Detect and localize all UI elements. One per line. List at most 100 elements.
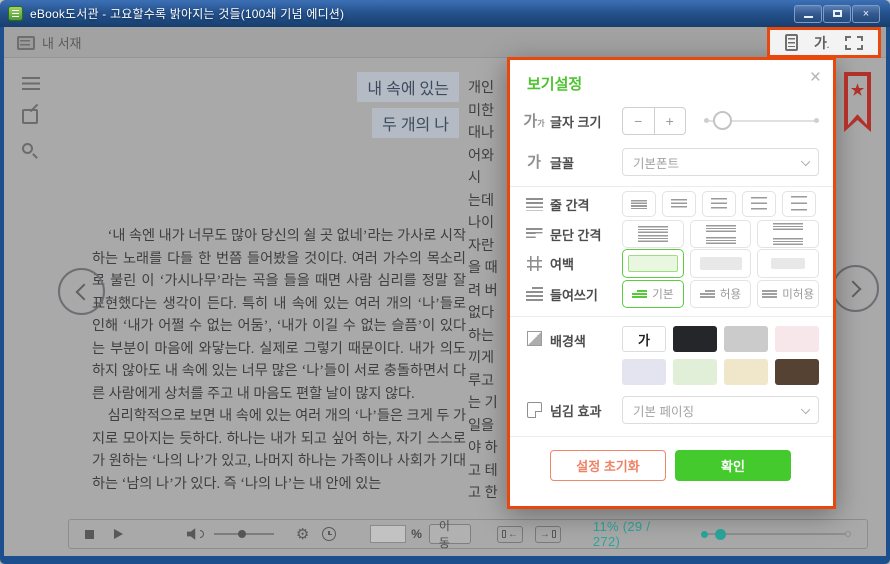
timer-icon[interactable] [322,527,336,541]
indent-option-allow[interactable]: 허용 [690,280,752,308]
background-color-swatch[interactable] [724,359,768,385]
view-settings-icon[interactable]: 가. [814,36,829,50]
progress-marker-dot [701,531,708,538]
paragraph: 심리학적으로 보면 내 속에 있는 여러 개의 ‘나’들은 크게 두 가지로 모… [92,405,466,495]
indent-option-default-selected[interactable]: 기본 [622,280,684,308]
clipped-text-line: 없다 [468,302,510,325]
background-color-swatch[interactable] [775,359,819,385]
chevron-down-icon [801,405,810,414]
bookmark-ribbon-icon[interactable]: ★ [844,72,871,132]
tts-stop-button[interactable] [85,530,94,539]
close-icon: × [863,8,869,20]
paragraph-spacing-option-1[interactable] [622,220,684,248]
chevron-left-icon [76,284,93,301]
page-effect-icon [522,402,546,418]
font-size-slider-knob[interactable] [713,111,732,130]
paragraph-spacing-label: 문단 간격 [550,225,622,244]
view-toolbar-highlight: 가. [767,27,881,58]
clipped-text-line: 일을 [468,415,510,438]
clipped-text-line: 루고 [468,370,510,393]
font-size-slider[interactable] [704,120,819,122]
search-icon[interactable] [22,143,33,154]
panel-close-icon[interactable]: × [810,68,821,87]
chapter-title: 내 속에 있는 두 개의 나 [154,72,459,144]
line-spacing-option-4[interactable] [742,191,776,217]
chevron-right-icon [845,281,862,298]
volume-slider[interactable] [214,533,274,535]
page-effect-dropdown[interactable]: 기본 페이징 [622,396,819,424]
indent-icon [522,285,546,303]
background-color-swatch[interactable] [622,359,666,385]
page-bar-icon [552,530,556,538]
clipped-text-line: 고 테 [468,460,510,483]
font-face-label: 글꼴 [550,153,622,172]
line-spacing-glyph [671,199,687,210]
progress-slider[interactable] [701,533,851,535]
maximize-button[interactable] [823,5,851,23]
tts-play-button[interactable] [114,529,123,539]
progress-slider-knob[interactable] [715,529,726,540]
go-last-page-button[interactable]: → [535,526,561,543]
indent-glyph [632,288,647,299]
indent-option-label: 기본 [652,286,673,302]
font-size-label: 글자 크기 [550,112,622,131]
note-icon[interactable] [22,109,38,124]
go-first-page-button[interactable]: ← [497,526,523,543]
my-library-label: 내 서재 [42,33,82,52]
next-page-clipped-text: 개인미한대나어와시는데나이자란을 때려 버없다하는끼게루고는 기일을야 하고 테… [468,77,510,505]
fullscreen-icon[interactable] [845,36,863,50]
goto-button[interactable]: 이동 [429,524,471,544]
gear-icon[interactable]: ⚙ [296,527,309,542]
minimize-button[interactable] [794,5,822,23]
clipped-text-line: 미한 [468,100,510,123]
font-size-plus-button[interactable]: + [655,108,686,134]
line-spacing-option-1[interactable] [622,191,656,217]
margin-glyph [700,257,742,270]
paragraph: ‘내 속엔 내가 너무도 많아 당신의 쉴 곳 없네’라는 가사로 시작하는 노… [92,225,466,405]
prev-page-button[interactable] [58,268,105,315]
clipped-text-line: 어와 [468,145,510,168]
line-spacing-option-5[interactable] [782,191,816,217]
clipped-text-line: 야 하 [468,437,510,460]
indent-option-label: 허용 [720,286,741,302]
clipped-text-line: 자란 [468,235,510,258]
line-spacing-glyph [791,196,807,213]
viewer-mode-icon[interactable] [785,34,798,51]
confirm-button[interactable]: 확인 [675,450,791,481]
clipped-text-line: 대나 [468,122,510,145]
paragraph-spacing-option-3[interactable] [757,220,819,248]
line-spacing-option-2[interactable] [662,191,696,217]
divider [510,316,833,317]
margin-label: 여백 [550,254,622,273]
margin-option-1-selected[interactable] [622,249,684,278]
volume-slider-knob[interactable] [238,530,246,538]
close-button[interactable]: × [852,5,880,23]
background-color-swatch[interactable] [775,326,819,352]
indent-option-disallow[interactable]: 미허용 [757,280,819,308]
font-size-minus-button[interactable]: − [623,108,655,134]
next-page-button[interactable] [832,265,879,312]
paragraph-spacing-option-2[interactable] [690,220,752,248]
background-color-swatches: 가 [622,326,819,385]
my-library-button[interactable]: 내 서재 [17,33,82,52]
font-face-value: 기본폰트 [633,153,679,172]
background-color-swatch[interactable] [673,359,717,385]
font-face-dropdown[interactable]: 기본폰트 [622,148,819,176]
background-color-swatch[interactable] [724,326,768,352]
background-color-swatch[interactable]: 가 [622,326,666,352]
volume-icon[interactable] [187,528,204,541]
chevron-down-icon [801,157,810,166]
line-spacing-option-3[interactable] [702,191,736,217]
indent-label: 들여쓰기 [550,285,622,304]
toc-icon[interactable] [22,77,40,90]
margin-glyph [771,258,805,269]
indent-glyph [700,288,715,299]
app-window: eBook도서관 - 고요할수록 밝아지는 것들(100쇄 기념 에디션) × … [0,0,890,564]
background-color-swatch[interactable] [673,326,717,352]
percent-input[interactable] [370,525,406,543]
line-spacing-glyph [631,200,647,209]
background-color-label: 배경색 [550,331,622,350]
reset-settings-button[interactable]: 설정 초기화 [550,450,666,481]
margin-option-3[interactable] [757,249,819,278]
margin-option-2[interactable] [690,249,752,278]
